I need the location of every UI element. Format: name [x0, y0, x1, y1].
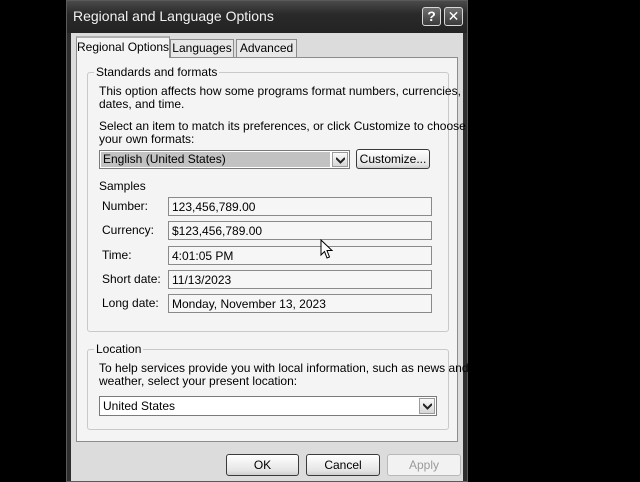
samples-title: Samples [99, 179, 146, 193]
mouse-pointer-icon [320, 239, 333, 259]
sample-currency-field: $123,456,789.00 [168, 221, 432, 240]
tab-regional-options[interactable]: Regional Options [76, 36, 170, 58]
apply-button[interactable]: Apply [387, 454, 461, 476]
sample-number-field: 123,456,789.00 [168, 197, 432, 216]
sample-currency-label: Currency: [102, 223, 155, 237]
title-bar[interactable]: Regional and Language Options ? ✕ [67, 1, 467, 33]
cancel-button[interactable]: Cancel [306, 454, 380, 476]
sample-number-label: Number: [102, 199, 149, 213]
close-button[interactable]: ✕ [444, 7, 463, 26]
regional-language-dialog: Regional and Language Options ? ✕ Region… [66, 0, 469, 482]
sample-short-date-field: 11/13/2023 [168, 270, 432, 289]
window-title: Regional and Language Options [73, 8, 274, 24]
format-dropdown-arrow[interactable] [332, 152, 348, 167]
location-description-line2: weather, select your present location: [99, 374, 298, 388]
sample-short-date-label: Short date: [102, 272, 161, 286]
sample-long-date-label: Long date: [102, 296, 159, 310]
sample-short-date-value: 11/13/2023 [172, 273, 232, 287]
location-dropdown[interactable]: United States [99, 396, 437, 416]
desktop: Regional and Language Options ? ✕ Region… [0, 0, 640, 482]
tab-advanced[interactable]: Advanced [236, 39, 297, 57]
customize-button[interactable]: Customize... [356, 149, 430, 169]
sample-time-field: 4:01:05 PM [168, 246, 432, 265]
format-dropdown[interactable]: English (United States) [99, 150, 350, 169]
sample-time-value: 4:01:05 PM [172, 249, 234, 263]
sample-currency-value: $123,456,789.00 [172, 224, 263, 238]
help-button[interactable]: ? [422, 7, 441, 26]
tab-languages[interactable]: Languages [170, 39, 234, 57]
dialog-client-area: Regional Options Languages Advanced Stan… [71, 33, 469, 481]
sample-time-label: Time: [102, 248, 132, 262]
standards-formats-group: Standards and formats This option affect… [87, 65, 466, 332]
tab-panel-regional-options: Standards and formats This option affect… [76, 57, 469, 442]
location-dropdown-value: United States [103, 399, 176, 413]
select-instruction-line2: your own formats: [99, 132, 195, 146]
sample-number-value: 123,456,789.00 [172, 200, 256, 214]
location-group: Location To help services provide you wi… [87, 342, 469, 430]
sample-long-date-field: Monday, November 13, 2023 [168, 294, 432, 313]
standards-description-line2: dates, and time. [99, 97, 185, 111]
chevron-down-icon [336, 157, 345, 164]
standards-formats-title: Standards and formats [94, 65, 220, 79]
sample-long-date-value: Monday, November 13, 2023 [172, 297, 326, 311]
format-dropdown-value: English (United States) [101, 152, 330, 167]
ok-button[interactable]: OK [226, 454, 299, 476]
location-dropdown-arrow[interactable] [419, 398, 435, 414]
location-title: Location [94, 342, 144, 356]
chevron-down-icon [423, 403, 432, 410]
